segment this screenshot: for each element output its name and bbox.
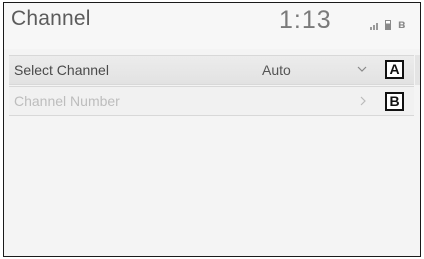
callout-b: B [385, 92, 404, 111]
callout-a: A [385, 60, 404, 79]
header-bar: Channel 1:13 ʙ [4, 3, 420, 49]
status-icons: ʙ [370, 16, 405, 30]
row-label: Channel Number [14, 93, 120, 109]
chevron-down-icon[interactable] [357, 64, 367, 74]
select-channel-row[interactable]: Select Channel Auto [9, 55, 414, 85]
bluetooth-icon: ʙ [398, 17, 406, 31]
row-value: Auto [262, 62, 291, 78]
page-title: Channel [11, 7, 91, 30]
row-label: Select Channel [14, 62, 109, 78]
chevron-right-icon[interactable] [358, 96, 368, 106]
clock: 1:13 [279, 6, 332, 34]
channel-number-row[interactable]: Channel Number [9, 86, 414, 116]
battery-icon [385, 20, 391, 30]
screen-frame: Channel 1:13 ʙ Select Channel Auto Chann… [3, 2, 421, 257]
scroll-grip[interactable] [415, 55, 420, 85]
signal-icon [370, 23, 378, 30]
